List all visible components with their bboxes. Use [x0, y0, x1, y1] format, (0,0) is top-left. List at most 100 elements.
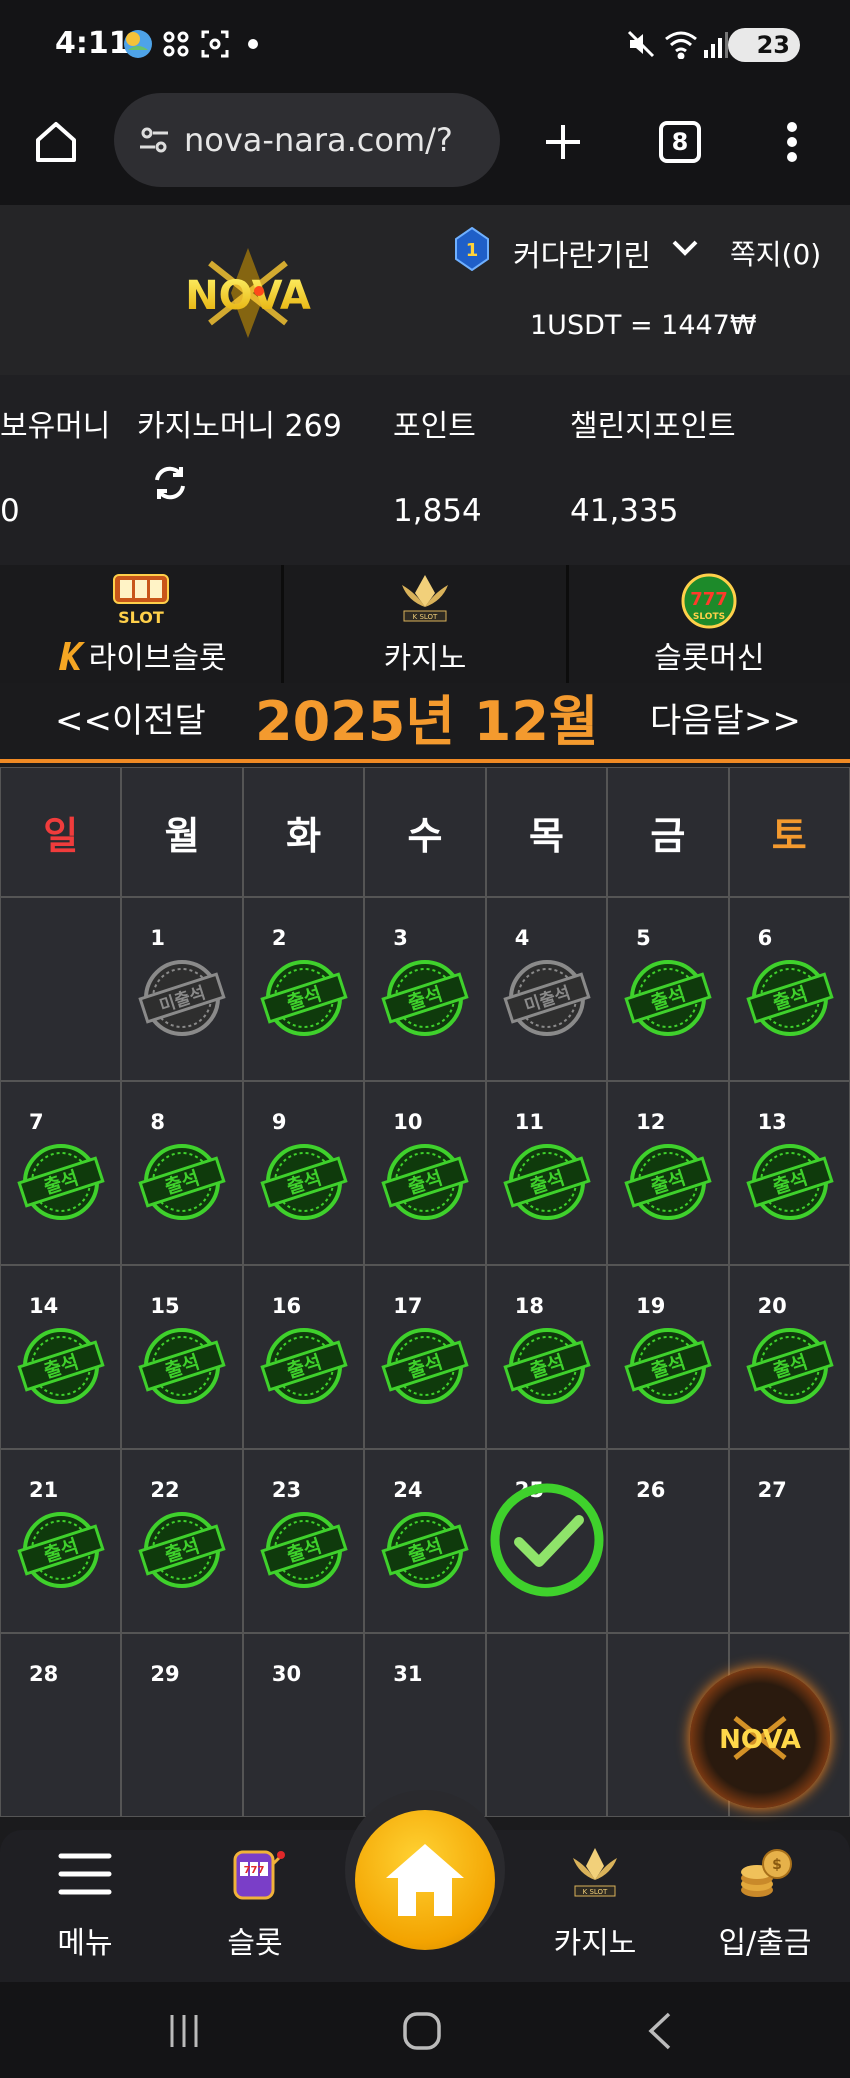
home-icon[interactable] — [26, 112, 86, 172]
calendar-day-cell[interactable]: 8 출석 — [121, 1081, 243, 1265]
tab-switcher-button[interactable]: 8 — [650, 112, 710, 172]
day-number: 11 — [514, 1110, 544, 1134]
back-icon[interactable] — [630, 2006, 690, 2056]
svg-text:SLOT: SLOT — [118, 608, 164, 627]
calendar-day-cell[interactable]: 26 — [607, 1449, 729, 1633]
calendar-day-cell[interactable]: 4 미출석 — [485, 897, 608, 1081]
day-number: 20 — [757, 1294, 787, 1318]
attended-stamp-icon: 출석 — [745, 960, 834, 1036]
category-live-slot[interactable]: SLOT 라이브슬롯 — [0, 565, 285, 683]
calendar-day-cell[interactable]: 3 출석 — [364, 897, 486, 1081]
calendar-day-cell[interactable]: 25 — [485, 1449, 608, 1633]
address-bar[interactable]: nova-nara.com/? — [114, 93, 500, 187]
wifi-icon — [664, 28, 698, 60]
calendar-day-cell[interactable]: 28 — [0, 1633, 122, 1817]
attended-stamp-icon: 출석 — [17, 1328, 105, 1404]
category-casino[interactable]: K SLOT 카지노 — [284, 565, 569, 683]
day-number: 27 — [757, 1478, 787, 1502]
calendar-day-cell[interactable]: 23 출석 — [242, 1449, 365, 1633]
calendar-empty-cell — [0, 897, 122, 1081]
day-number: 9 — [271, 1110, 287, 1134]
notification-dot-icon — [248, 28, 258, 60]
category-slot-machine[interactable]: 777 SLOTS 슬롯머신 — [569, 565, 850, 683]
nova-logo[interactable]: NOVA — [155, 243, 341, 343]
nav-menu[interactable]: 메뉴 — [15, 1842, 155, 1962]
calendar-day-cell[interactable]: 24 출석 — [364, 1449, 486, 1633]
calendar-day-cell[interactable]: 17 출석 — [364, 1265, 486, 1449]
attended-stamp-icon: 출석 — [745, 1144, 834, 1220]
calendar-day-cell[interactable]: 6 출석 — [728, 897, 850, 1081]
calendar-day-cell[interactable]: 13 출석 — [728, 1081, 850, 1265]
slot-machine-icon: 777 — [233, 1850, 285, 1900]
floating-nova-button[interactable]: NOVA — [690, 1668, 830, 1808]
challenge-point-label: 챌린지포인트 — [570, 409, 736, 444]
calendar-day-cell[interactable]: 10 출석 — [364, 1081, 486, 1265]
calendar-day-cell[interactable]: 7 출석 — [0, 1081, 122, 1265]
attended-stamp-icon: 출석 — [503, 1144, 591, 1220]
attended-stamp-icon: 출석 — [260, 1328, 348, 1404]
prev-month-button[interactable]: <<이전달 — [55, 693, 206, 742]
attended-stamp-icon: 출석 — [260, 1144, 348, 1220]
calendar-day-cell[interactable]: 5 출석 — [607, 897, 729, 1081]
777-slots-icon: 777 SLOTS — [681, 573, 737, 629]
svg-text:777: 777 — [244, 1865, 265, 1876]
calendar-day-cell[interactable]: 30 — [242, 1633, 365, 1817]
absent-stamp-icon: 미출석 — [138, 960, 227, 1036]
calendar-day-cell[interactable]: 19 출석 — [607, 1265, 729, 1449]
more-options-icon[interactable] — [762, 112, 822, 172]
point-label: 포인트 — [393, 409, 476, 444]
chevron-down-icon[interactable] — [670, 233, 700, 263]
calendar-day-cell[interactable]: 22 출석 — [121, 1449, 243, 1633]
balance-panel: 보유머니 0 카지노머니 269 포인트 1,854 챌린지포인트 41,335 — [0, 375, 850, 565]
new-tab-icon[interactable] — [533, 112, 593, 172]
hamburger-menu-icon — [58, 1853, 112, 1895]
username[interactable]: 커다란기린 — [513, 231, 651, 275]
calendar-day-cell[interactable]: 12 출석 — [607, 1081, 729, 1265]
home-system-icon[interactable] — [392, 2006, 452, 2056]
calendar-day-cell[interactable]: 16 출석 — [242, 1265, 365, 1449]
home-button[interactable] — [355, 1810, 495, 1950]
status-bar: 4:11 23 — [0, 0, 850, 90]
attended-stamp-icon: 출석 — [624, 1144, 712, 1220]
site-header: NOVA 1 커다란기린 쪽지(0) 1USDT = 1447₩ — [0, 205, 850, 375]
attended-stamp-icon: 출석 — [745, 1328, 834, 1404]
calendar-day-cell[interactable]: 11 출석 — [485, 1081, 608, 1265]
nav-casino[interactable]: K SLOT 카지노 — [525, 1842, 665, 1962]
day-number: 13 — [757, 1110, 787, 1134]
rank-badge-icon: 1 — [455, 227, 489, 271]
nav-deposit-withdraw[interactable]: $ 입/출금 — [695, 1842, 835, 1962]
calendar-day-cell[interactable]: 18 출석 — [485, 1265, 608, 1449]
calendar-day-cell[interactable]: 15 출석 — [121, 1265, 243, 1449]
casino-money-label: 카지노머니 269 — [137, 409, 342, 444]
coins-icon: $ — [741, 1849, 792, 1897]
attended-stamp-icon: 출석 — [260, 1512, 348, 1588]
calendar-day-cell[interactable]: 14 출석 — [0, 1265, 122, 1449]
day-number: 24 — [393, 1478, 423, 1502]
attended-stamp-icon: 출석 — [503, 1328, 591, 1404]
svg-text:NOVA: NOVA — [719, 1725, 801, 1755]
refresh-icon[interactable] — [150, 463, 190, 503]
nova-logo-icon: NOVA — [719, 1716, 801, 1760]
calendar-day-cell[interactable]: 9 출석 — [242, 1081, 365, 1265]
calendar-day-cell[interactable]: 27 — [728, 1449, 850, 1633]
month-navigation: <<이전달 2025년 12월 다음달>> — [0, 683, 850, 763]
calendar-day-cell[interactable]: 21 출석 — [0, 1449, 122, 1633]
calendar-day-cell[interactable]: 1 미출석 — [121, 897, 243, 1081]
next-month-button[interactable]: 다음달>> — [650, 693, 801, 742]
weekday-header: 일월화수목금토 — [0, 767, 850, 897]
memo-link[interactable]: 쪽지(0) — [730, 233, 821, 273]
logo-text: NOVA — [185, 273, 311, 319]
calendar-day-cell[interactable]: 29 — [121, 1633, 243, 1817]
url-text: nova-nara.com/? — [184, 121, 453, 159]
tab-count: 8 — [659, 121, 701, 163]
category-label: 슬롯머신 — [654, 641, 765, 676]
calendar-day-cell[interactable]: 2 출석 — [242, 897, 365, 1081]
attended-stamp-icon: 출석 — [138, 1512, 227, 1588]
nav-slot[interactable]: 777 슬롯 — [185, 1842, 325, 1962]
battery-indicator: 23 — [728, 28, 800, 62]
mute-icon — [626, 28, 656, 60]
recent-apps-icon[interactable] — [154, 2006, 214, 2056]
site-settings-icon[interactable] — [138, 124, 170, 156]
calendar-day-cell[interactable]: 20 출석 — [728, 1265, 850, 1449]
category-nav: SLOT 라이브슬롯 K SLOT 카지노 777 SLOTS 슬롯머신 — [0, 565, 850, 683]
